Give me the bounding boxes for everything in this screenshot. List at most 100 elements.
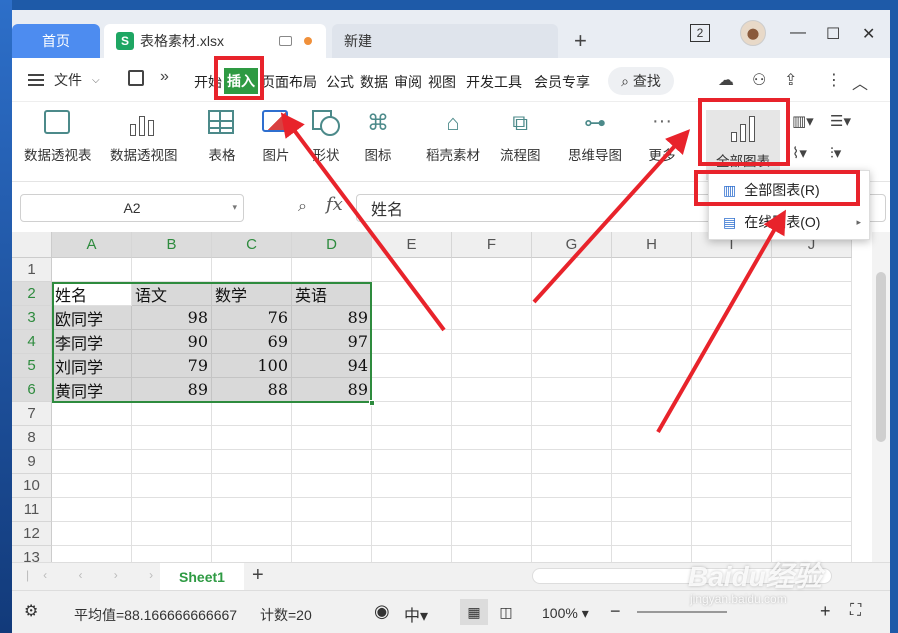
column-header[interactable]: A — [52, 232, 132, 258]
maximize-icon[interactable]: ☐ — [826, 24, 840, 44]
table-cell[interactable] — [772, 474, 852, 498]
add-sheet-icon[interactable]: + — [252, 564, 264, 587]
table-cell[interactable] — [212, 450, 292, 474]
column-chart-icon[interactable]: ▥▾ — [792, 112, 814, 130]
row-header[interactable]: 9 — [12, 450, 52, 474]
table-cell[interactable]: 刘同学 — [52, 354, 132, 378]
menu-start[interactable]: 开始 — [194, 72, 222, 92]
table-cell[interactable] — [372, 426, 452, 450]
cloud-icon[interactable]: ☁ — [718, 70, 734, 90]
zoom-in-icon[interactable]: + — [820, 601, 831, 622]
table-cell[interactable] — [372, 378, 452, 402]
table-cell[interactable] — [132, 426, 212, 450]
column-header[interactable]: G — [532, 232, 612, 258]
table-cell[interactable] — [52, 474, 132, 498]
column-header[interactable]: E — [372, 232, 452, 258]
menu-formula[interactable]: 公式 — [326, 72, 354, 92]
row-header[interactable]: 4 — [12, 330, 52, 354]
fullscreen-icon[interactable]: ⛶ — [850, 602, 861, 620]
table-cell[interactable] — [452, 378, 532, 402]
table-cell[interactable] — [772, 522, 852, 546]
row-header[interactable]: 7 — [12, 402, 52, 426]
table-cell[interactable] — [452, 330, 532, 354]
table-cell[interactable]: 97 — [292, 330, 372, 354]
table-cell[interactable] — [52, 426, 132, 450]
table-cell[interactable] — [372, 402, 452, 426]
collapse-ribbon-icon[interactable]: ︿ — [852, 70, 868, 94]
insert-function-icon[interactable]: fx — [326, 194, 343, 215]
table-cell[interactable] — [612, 450, 692, 474]
table-cell[interactable] — [452, 426, 532, 450]
table-cell[interactable] — [372, 282, 452, 306]
table-cell[interactable] — [372, 522, 452, 546]
table-cell[interactable] — [532, 282, 612, 306]
table-cell[interactable]: 数学 — [212, 282, 292, 306]
table-cell[interactable] — [612, 474, 692, 498]
table-cell[interactable] — [772, 498, 852, 522]
pivot-table-button[interactable]: 数据透视表 — [24, 110, 92, 164]
table-cell[interactable]: 79 — [132, 354, 212, 378]
table-cell[interactable] — [692, 402, 772, 426]
table-cell[interactable] — [372, 306, 452, 330]
menu-member[interactable]: 会员专享 — [534, 72, 590, 92]
table-cell[interactable] — [212, 426, 292, 450]
table-cell[interactable] — [52, 522, 132, 546]
table-cell[interactable] — [212, 258, 292, 282]
table-cell[interactable] — [212, 498, 292, 522]
table-cell[interactable]: 89 — [132, 378, 212, 402]
eye-protection-icon[interactable]: ◉ — [374, 601, 390, 622]
table-cell[interactable] — [452, 282, 532, 306]
table-cell[interactable] — [532, 498, 612, 522]
close-icon[interactable]: ✕ — [862, 24, 875, 44]
menu-insert[interactable]: 插入 — [224, 68, 258, 94]
table-cell[interactable] — [292, 498, 372, 522]
table-cell[interactable] — [452, 498, 532, 522]
material-button[interactable]: ⌂ 稻壳素材 — [426, 110, 480, 164]
add-tab-icon[interactable]: + — [574, 28, 587, 54]
tab-home[interactable]: 首页 — [12, 24, 100, 58]
zoom-search-icon[interactable]: ⌕ — [298, 198, 307, 216]
row-header[interactable]: 11 — [12, 498, 52, 522]
normal-view-button[interactable]: ▦ — [460, 599, 488, 625]
minimize-icon[interactable]: — — [790, 24, 806, 42]
table-cell[interactable] — [532, 378, 612, 402]
window-count-badge[interactable]: 2 — [690, 24, 710, 42]
vertical-scrollbar[interactable] — [872, 232, 890, 566]
table-cell[interactable] — [212, 522, 292, 546]
table-cell[interactable]: 李同学 — [52, 330, 132, 354]
column-header[interactable]: H — [612, 232, 692, 258]
scroll-thumb[interactable] — [876, 272, 886, 442]
dropdown-all-charts[interactable]: ▥ 全部图表(R) — [709, 175, 871, 205]
table-cell[interactable] — [52, 258, 132, 282]
column-header[interactable]: C — [212, 232, 292, 258]
menu-review[interactable]: 审阅 — [394, 72, 422, 92]
table-cell[interactable] — [212, 474, 292, 498]
zoom-level[interactable]: 100% ▾ — [542, 605, 589, 622]
more-options-icon[interactable]: ⋮ — [826, 70, 842, 90]
table-cell[interactable] — [532, 450, 612, 474]
row-header[interactable]: 1 — [12, 258, 52, 282]
more-button[interactable]: ··· 更多 — [648, 110, 676, 164]
table-cell[interactable] — [532, 522, 612, 546]
table-cell[interactable] — [612, 282, 692, 306]
table-cell[interactable] — [132, 498, 212, 522]
table-cell[interactable] — [532, 402, 612, 426]
row-header[interactable]: 10 — [12, 474, 52, 498]
table-cell[interactable] — [692, 450, 772, 474]
table-cell[interactable] — [692, 426, 772, 450]
page-view-button[interactable]: ◫ — [492, 599, 520, 625]
table-cell[interactable] — [532, 354, 612, 378]
double-chevron-icon[interactable]: » — [160, 68, 169, 86]
table-cell[interactable] — [452, 306, 532, 330]
dropdown-online-charts[interactable]: ▤ 在线图表(O) ▸ — [709, 207, 871, 237]
zoom-out-icon[interactable]: − — [610, 601, 621, 622]
table-cell[interactable] — [692, 306, 772, 330]
menu-page-layout[interactable]: 页面布局 — [261, 72, 317, 92]
table-cell[interactable] — [372, 474, 452, 498]
table-cell[interactable] — [612, 402, 692, 426]
table-cell[interactable] — [212, 402, 292, 426]
table-cell[interactable]: 100 — [212, 354, 292, 378]
table-cell[interactable] — [52, 498, 132, 522]
table-cell[interactable] — [132, 522, 212, 546]
table-cell[interactable] — [692, 474, 772, 498]
